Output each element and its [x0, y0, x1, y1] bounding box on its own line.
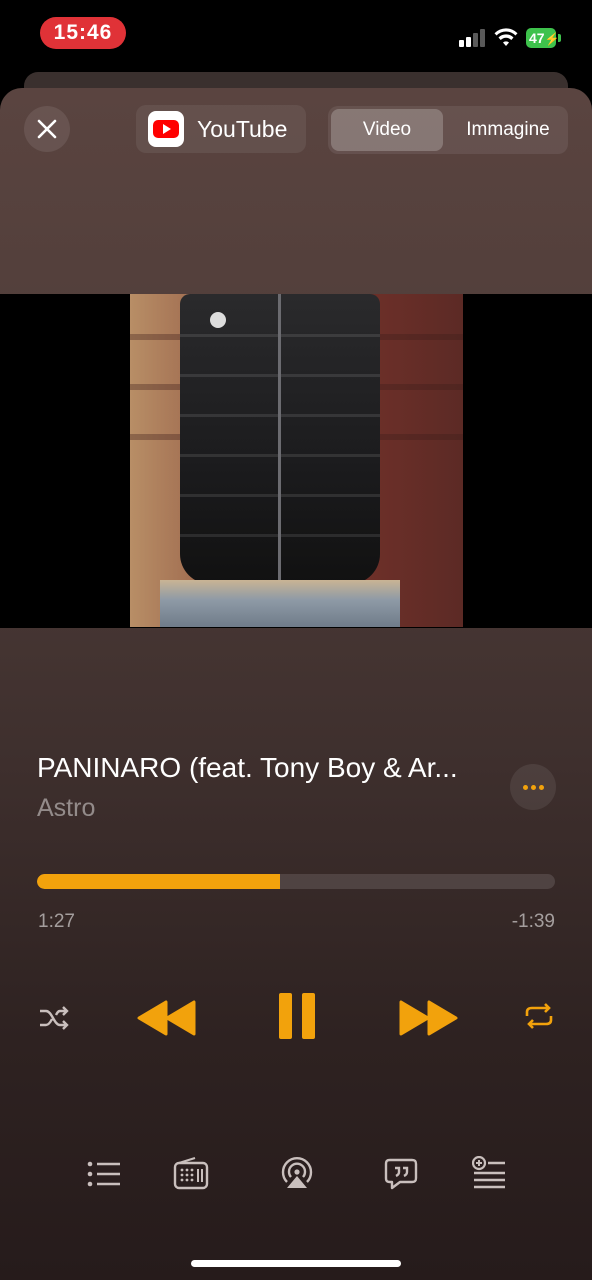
shuffle-icon: [40, 1006, 69, 1030]
add-to-list-icon: [471, 1155, 505, 1189]
playback-progress-fill: [37, 874, 281, 889]
time-remaining: -1:39: [511, 911, 555, 932]
battery-nub: [558, 34, 561, 42]
radio-button[interactable]: [173, 1156, 209, 1195]
segment-video[interactable]: Video: [331, 109, 443, 151]
repeat-button[interactable]: [524, 1002, 554, 1035]
battery-percent: 47: [529, 30, 545, 46]
video-area[interactable]: [0, 294, 592, 628]
close-button[interactable]: [24, 106, 70, 152]
time-elapsed: 1:27: [38, 911, 75, 932]
status-time[interactable]: 15:46: [40, 17, 126, 49]
artwork-vest: [180, 294, 380, 584]
home-indicator[interactable]: [191, 1260, 401, 1267]
now-playing-sheet: YouTube Video Immagine PANINARO (feat. T…: [0, 88, 592, 1280]
queue-list-icon: [87, 1161, 120, 1187]
youtube-icon: [148, 111, 184, 147]
rewind-button[interactable]: [137, 1000, 197, 1041]
battery-charging-icon: 47⚡: [526, 28, 560, 48]
airplay-button[interactable]: [279, 1156, 315, 1195]
fast-forward-button[interactable]: [398, 1000, 458, 1041]
track-title[interactable]: PANINARO (feat. Tony Boy & Ar...: [37, 752, 458, 784]
segment-image[interactable]: Immagine: [450, 109, 566, 151]
more-options-button[interactable]: [510, 764, 556, 810]
queue-button[interactable]: [87, 1160, 121, 1193]
album-artwork: [130, 294, 463, 627]
lyrics-icon: [384, 1158, 418, 1190]
repeat-icon: [525, 1003, 553, 1029]
shuffle-button[interactable]: [38, 1004, 70, 1037]
lyrics-button[interactable]: [384, 1158, 418, 1195]
playback-scrubber[interactable]: [37, 874, 555, 889]
video-image-segmented-control: Video Immagine: [328, 106, 568, 154]
add-to-list-button[interactable]: [471, 1155, 506, 1195]
radio-icon: [173, 1157, 209, 1190]
rewind-icon: [137, 1000, 196, 1036]
airplay-icon: [281, 1157, 313, 1188]
source-app-button[interactable]: YouTube: [136, 105, 306, 153]
signal-icon: [459, 29, 487, 47]
source-app-label: YouTube: [197, 116, 288, 142]
wifi-icon: [494, 28, 518, 48]
status-bar: 15:46 47⚡: [0, 0, 592, 70]
close-icon: [37, 119, 57, 139]
track-artist[interactable]: Astro: [37, 794, 95, 823]
fast-forward-icon: [399, 1000, 458, 1036]
pause-button[interactable]: [278, 992, 316, 1045]
pause-icon: [279, 993, 315, 1039]
